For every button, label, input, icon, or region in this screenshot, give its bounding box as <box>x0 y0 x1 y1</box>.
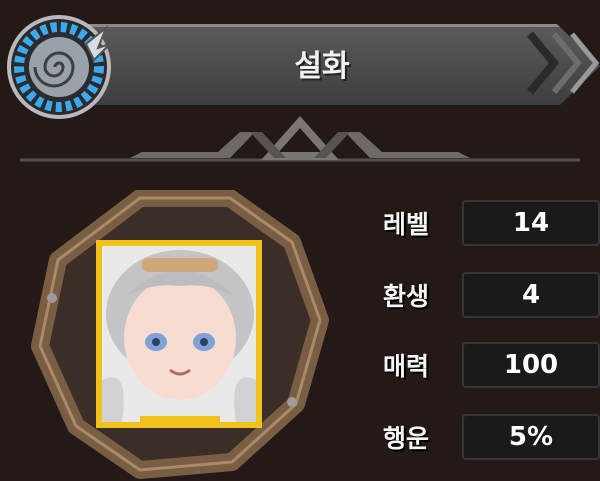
chevron-right-icon <box>526 31 600 95</box>
winged-spiral-emblem-icon <box>7 15 111 119</box>
stat-row-luck: 행운 5% <box>360 414 600 460</box>
stat-row-rebirth: 환생 4 <box>360 272 600 318</box>
stat-value: 5% <box>462 414 600 460</box>
stat-value: 100 <box>462 342 600 388</box>
stat-value: 14 <box>462 200 600 246</box>
stat-label: 레벨 <box>382 210 429 239</box>
stat-label: 행운 <box>382 424 429 453</box>
character-name: 설화 <box>294 49 350 84</box>
stat-label: 매력 <box>382 352 429 381</box>
stat-row-level: 레벨 14 <box>360 200 600 246</box>
character-portrait <box>31 190 329 479</box>
stat-label: 환생 <box>382 282 429 311</box>
stat-row-charm: 매력 100 <box>360 342 600 388</box>
stat-value: 4 <box>462 272 600 318</box>
decorative-divider <box>20 115 580 162</box>
